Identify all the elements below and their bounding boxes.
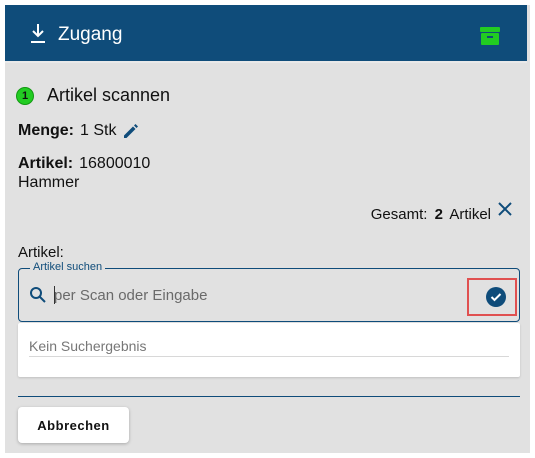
step-number-badge: 1 — [16, 86, 34, 105]
search-field[interactable]: Artikel suchen — [18, 261, 520, 322]
article-label: Artikel: — [18, 155, 74, 172]
step-label: Artikel scannen — [47, 85, 171, 105]
check-circle-icon — [490, 293, 502, 302]
close-icon[interactable] — [497, 201, 513, 217]
pencil-icon[interactable] — [122, 122, 140, 140]
article-number: 16800010 — [79, 155, 151, 172]
section-divider — [18, 396, 520, 397]
app-frame — [0, 0, 535, 458]
results-divider — [29, 356, 509, 357]
quantity-label: Menge: — [18, 122, 74, 139]
page-title: Zugang — [58, 24, 123, 45]
confirm-button[interactable] — [486, 287, 506, 307]
article-info: Artikel: 16800010 Hammer — [18, 154, 150, 192]
quantity-value: 1 Stk — [80, 122, 117, 139]
text-caret — [54, 286, 55, 304]
search-icon — [30, 287, 46, 303]
header-bar: Zugang — [5, 5, 527, 63]
no-results-text: Kein Suchergebnis — [29, 338, 147, 354]
search-input[interactable] — [54, 281, 454, 309]
cancel-button[interactable]: Abbrechen — [18, 407, 129, 443]
search-field-label: Artikel: — [18, 244, 64, 261]
archive-icon[interactable] — [479, 25, 501, 47]
download-icon — [31, 24, 45, 43]
total-prefix: Gesamt: — [370, 206, 428, 223]
total-summary: Gesamt: 2 Artikel — [371, 206, 491, 223]
total-suffix: Artikel — [449, 206, 491, 223]
search-legend: Artikel suchen — [30, 261, 106, 273]
article-name: Hammer — [18, 174, 80, 191]
total-count: 2 — [434, 206, 443, 223]
step-header: 1 Artikel scannen — [16, 85, 170, 106]
quantity-row: Menge: 1 Stk — [18, 122, 140, 140]
search-results-panel: Kein Suchergebnis — [18, 323, 520, 377]
